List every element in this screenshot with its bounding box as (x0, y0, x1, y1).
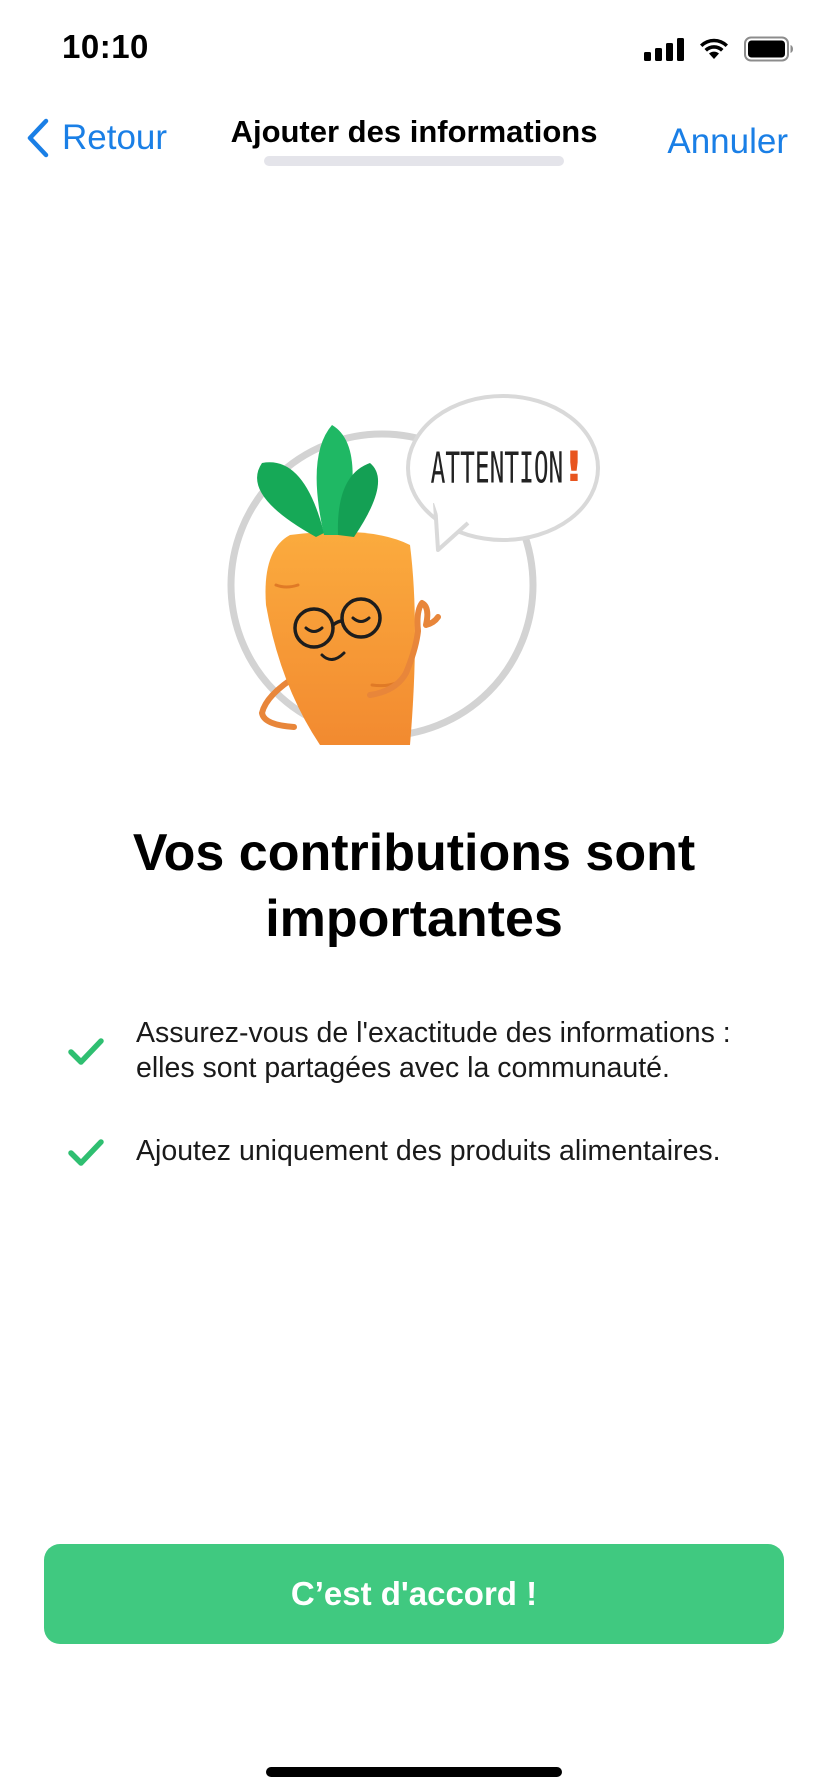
carrot-body (265, 531, 415, 745)
check-icon (68, 1138, 104, 1166)
confirm-button[interactable]: C’est d'accord ! (44, 1544, 784, 1644)
carrot-mascot-illustration: ATTENTION ! (227, 394, 600, 745)
speech-bubble-text: ATTENTION (431, 445, 564, 494)
battery-icon (744, 36, 793, 62)
list-item: Ajoutez uniquement des produits alimenta… (68, 1134, 768, 1169)
check-icon (68, 1038, 104, 1065)
guideline-list: Assurez-vous de l'exactitude des informa… (68, 1016, 768, 1217)
list-item-text: Assurez-vous de l'exactitude des informa… (136, 1017, 731, 1084)
status-time: 10:10 (62, 28, 149, 65)
exclamation-mark: ! (564, 442, 583, 491)
headline: Vos contributions sont importantes (132, 824, 696, 948)
cellular-signal-icon (644, 37, 684, 61)
navigation-bar: Retour Ajouter des informations Annuler (0, 100, 828, 190)
cancel-button[interactable]: Annuler (667, 122, 788, 162)
status-icons (644, 36, 794, 62)
list-item-text: Ajoutez uniquement des produits alimenta… (136, 1135, 721, 1167)
carrot-leaves (257, 425, 379, 537)
speech-bubble: ATTENTION ! (406, 394, 600, 552)
home-indicator[interactable] (266, 1767, 562, 1777)
progress-indicator (264, 156, 564, 166)
wifi-icon (700, 38, 728, 59)
list-item: Assurez-vous de l'exactitude des informa… (68, 1016, 768, 1086)
status-bar: 10:10 (0, 0, 828, 100)
